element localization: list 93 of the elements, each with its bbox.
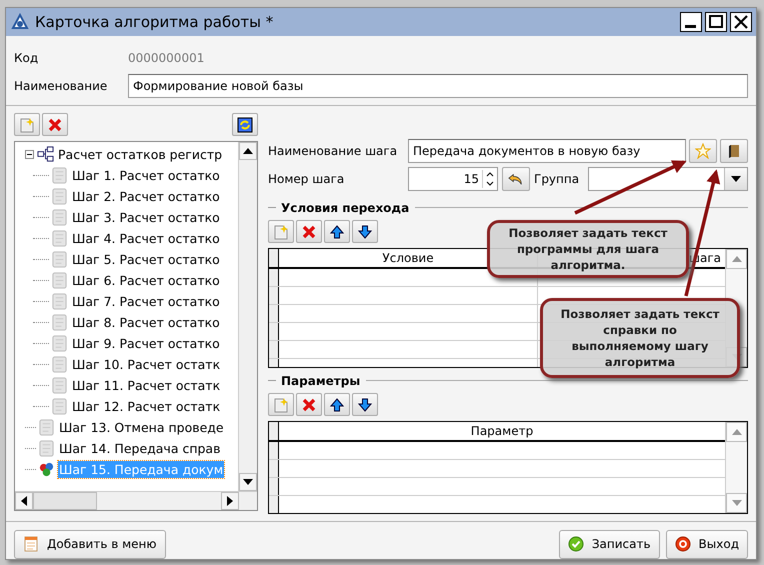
menu-list-icon [23,536,39,552]
document-icon [51,251,68,268]
conditions-section-title: Условия перехода [281,200,410,215]
undo-arrow-icon [508,171,524,187]
tree-item[interactable]: Шаг 3. Расчет остатко [71,209,221,226]
save-button[interactable]: Записать [558,530,660,558]
new-button[interactable] [268,393,294,416]
down-arrow-icon [357,396,373,413]
vertical-scrollbar[interactable] [238,142,257,491]
color-balls-icon [38,461,55,478]
tree-item[interactable]: Шаг 14. Передача справ [58,440,222,457]
document-icon [51,167,68,184]
tree-item[interactable]: Шаг 4. Расчет остатко [71,230,221,247]
document-icon [51,272,68,289]
scroll-left-icon[interactable] [21,496,27,506]
name-field[interactable]: Формирование новой базы [128,74,748,98]
scroll-down-icon[interactable] [243,479,253,485]
delete-icon [301,224,317,240]
name-label: Наименование [14,79,108,93]
document-icon [51,335,68,352]
delete-button[interactable] [296,393,322,416]
tree-item[interactable]: Шаг 8. Расчет остатко [71,314,221,331]
column-header[interactable]: Параметр [279,422,725,440]
star-button[interactable] [689,139,717,163]
code-value: 0000000001 [128,51,204,65]
tree-item[interactable]: Шаг 9. Расчет остатко [71,335,221,352]
document-icon [51,314,68,331]
dropdown-arrow-icon[interactable] [731,176,741,182]
app-icon [10,12,30,32]
delete-button[interactable] [42,113,68,136]
up-button[interactable] [324,393,350,416]
hint-tooltip: Позволяет задать текст программы для шага алгоритма. [487,220,689,278]
group-combobox[interactable] [588,167,748,191]
maximize-button[interactable] [705,12,727,32]
code-label: Код [14,51,40,65]
document-icon [51,293,68,310]
up-button[interactable] [324,220,350,244]
tree-item[interactable]: Шаг 2. Расчет остатко [71,188,221,205]
step-name-label: Наименование шага [268,144,398,158]
group-label: Группа [534,172,580,186]
exit-button[interactable]: Выход [666,530,748,558]
document-icon [51,398,68,415]
document-icon [51,209,68,226]
new-item-button[interactable] [14,113,40,136]
document-icon [38,419,55,436]
new-button[interactable] [268,220,294,244]
document-icon [38,440,55,457]
tree-item[interactable]: Шаг 13. Отмена проведе [58,419,225,436]
tree-item[interactable]: Шаг 11. Расчет остатк [71,377,222,394]
add-to-menu-button[interactable]: Добавить в меню [14,530,166,558]
delete-button[interactable] [296,220,322,244]
new-document-icon [19,116,35,132]
parameters-section-title: Параметры [281,374,360,388]
document-icon [51,188,68,205]
minimize-button[interactable] [680,12,702,32]
document-icon [51,230,68,247]
horizontal-scrollbar[interactable] [15,491,257,510]
delete-icon [47,116,63,132]
document-icon [51,356,68,373]
tree-item[interactable]: Шаг 5. Расчет остатко [71,251,221,268]
document-icon [51,377,68,394]
new-document-icon [273,396,289,413]
down-button[interactable] [352,220,378,244]
power-icon [674,536,691,552]
tree-item[interactable]: Шаг 10. Расчет остатк [71,356,222,373]
close-button[interactable] [730,12,752,32]
down-button[interactable] [352,393,378,416]
up-arrow-icon [329,396,345,413]
check-icon [568,536,584,552]
refresh-button[interactable] [232,113,258,136]
tree-item[interactable]: Шаг 6. Расчет остатко [71,272,221,289]
down-arrow-icon [357,224,373,240]
hierarchy-icon [37,146,54,163]
tree-item[interactable]: Шаг 12. Расчет остатк [71,398,222,415]
step-number-spinner[interactable]: 15 [408,167,498,191]
undo-button[interactable] [502,167,530,191]
up-arrow-icon [329,224,345,240]
hint-tooltip: Позволяет задать текст справки по выполняемому шагу алгоритма [540,298,740,378]
book-button[interactable] [720,139,748,163]
tree-item[interactable]: Шаг 7. Расчет остатко [71,293,221,310]
delete-icon [301,396,317,413]
step-number-label: Номер шага [268,172,346,186]
tree-item[interactable]: Шаг 1. Расчет остатко [71,167,221,184]
scroll-up-icon[interactable] [243,148,253,154]
new-document-icon [273,224,289,240]
collapse-toggle-icon[interactable] [25,150,34,159]
scroll-right-icon[interactable] [227,496,233,506]
window-title: Карточка алгоритма работы * [35,13,274,31]
tree-item[interactable]: Расчет остатков регистр [57,146,224,163]
book-icon [726,143,742,159]
star-icon [695,143,711,159]
refresh-icon [237,116,253,132]
step-name-field[interactable]: Передача документов в новую базу [408,139,686,163]
